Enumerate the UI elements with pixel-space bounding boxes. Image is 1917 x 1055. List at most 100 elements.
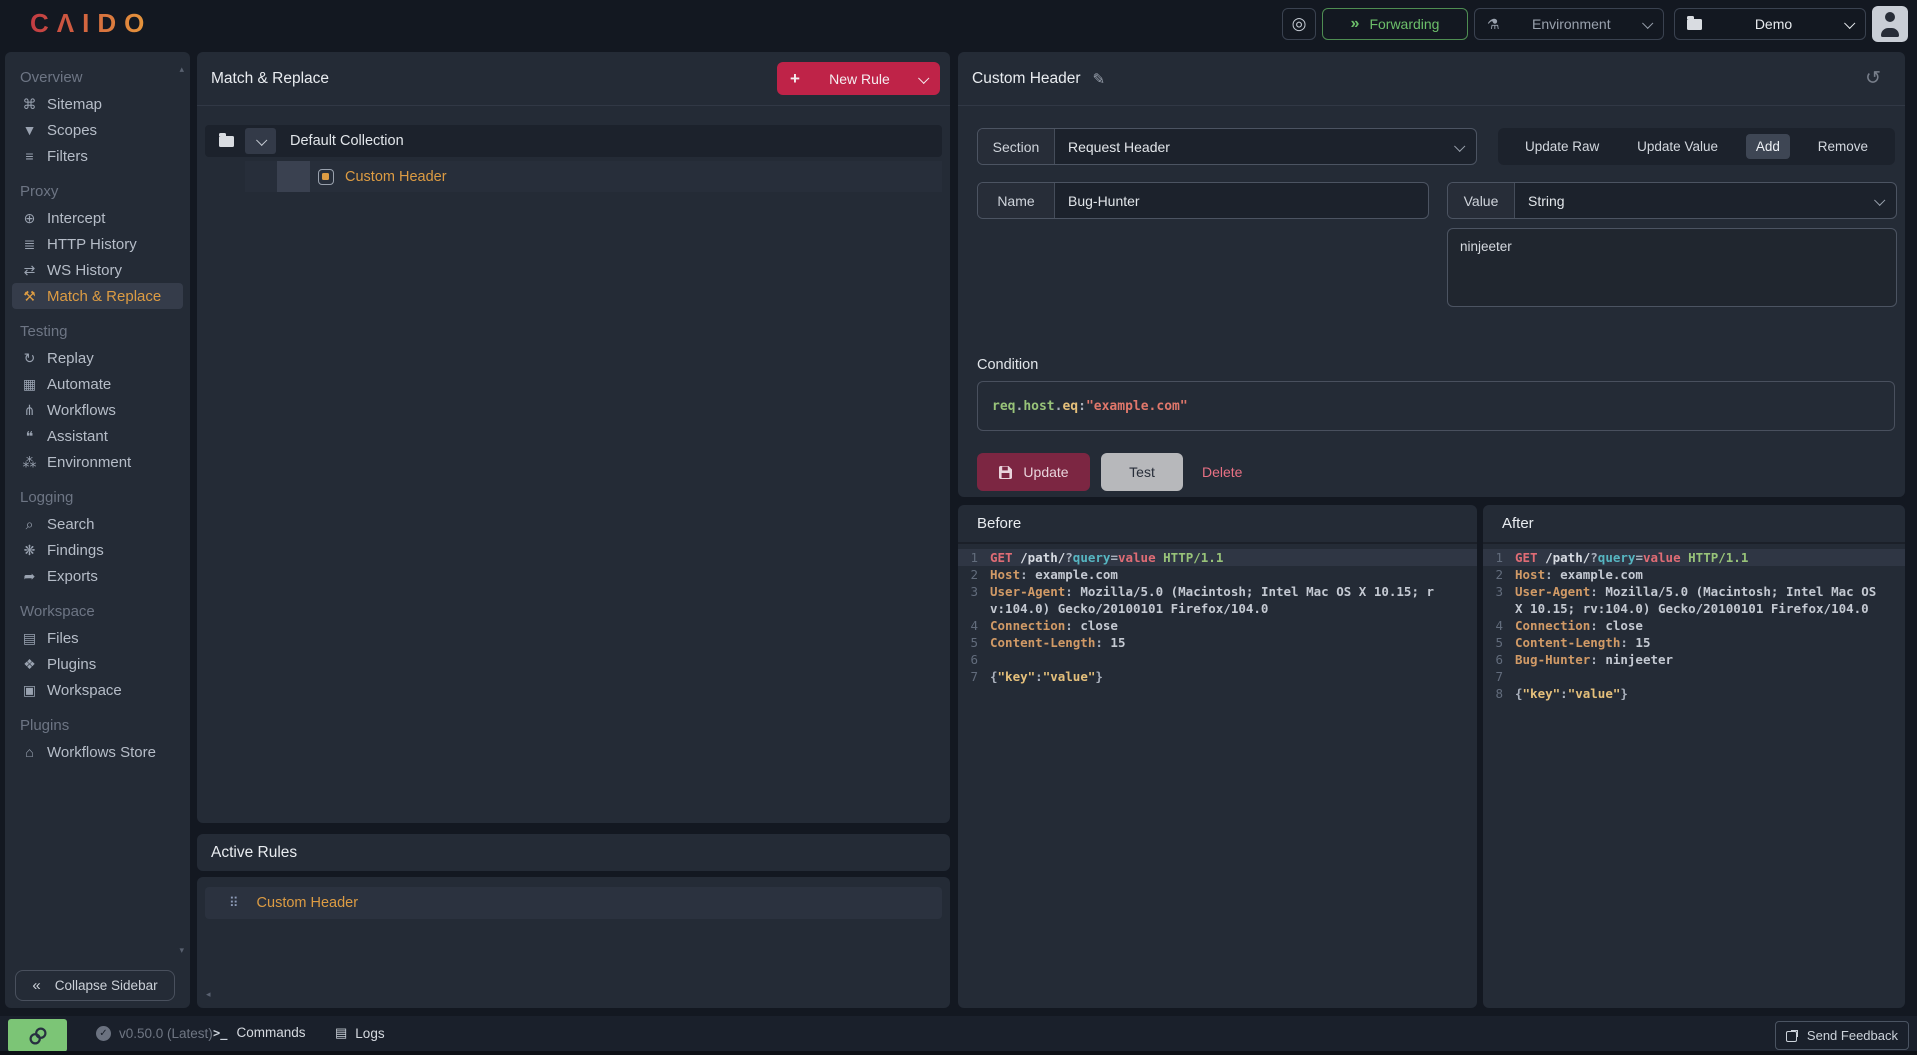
code-line: 8{"key":"value"} <box>1483 685 1905 702</box>
name-field[interactable]: Name Bug-Hunter <box>977 182 1429 219</box>
line-number: 6 <box>1483 651 1503 668</box>
pencil-icon[interactable]: ✎ <box>1093 70 1106 88</box>
sidebar-item-workflows-store[interactable]: ⌂Workflows Store <box>12 739 183 765</box>
sidebar-item-label: Scopes <box>47 122 97 139</box>
sidebar-item-plugins[interactable]: ❖Plugins <box>12 651 183 677</box>
sidebar-item-label: WS History <box>47 262 122 279</box>
sidebar-item-workflows[interactable]: ⋔Workflows <box>12 397 183 423</box>
save-icon <box>998 465 1013 480</box>
bug-icon: ❋ <box>20 542 39 559</box>
op-add[interactable]: Add <box>1746 134 1790 159</box>
value-type-select[interactable]: Value String <box>1447 182 1897 219</box>
folder-icon <box>219 136 234 147</box>
sidebar-item-assistant[interactable]: ❝Assistant <box>12 423 183 449</box>
sidebar-item-scopes[interactable]: ▼Scopes <box>12 117 183 143</box>
sidebar-item-exports[interactable]: ➦Exports <box>12 563 183 589</box>
down-arrow-icon[interactable]: ▾ <box>179 945 184 956</box>
external-link-icon <box>1786 1029 1799 1042</box>
folder-button[interactable] <box>211 128 242 154</box>
browser-button[interactable]: ◎ <box>1282 8 1316 40</box>
logs-icon: ▤ <box>335 1025 347 1041</box>
op-remove[interactable]: Remove <box>1808 134 1878 159</box>
code-line: 3User-Agent: Mozilla/5.0 (Macintosh; Int… <box>958 583 1477 600</box>
left-arrow-icon[interactable]: ◂ <box>206 989 211 1000</box>
line-number: 4 <box>1483 617 1503 634</box>
update-button[interactable]: Update <box>977 453 1090 491</box>
name-label: Name <box>978 183 1055 218</box>
sidebar-item-files[interactable]: ▤Files <box>12 625 183 651</box>
sidebar-item-match-replace[interactable]: ⚒Match & Replace <box>12 283 183 309</box>
sidebar-nav: Overview⌘Sitemap▼Scopes≡FiltersProxy⊕Int… <box>5 52 190 765</box>
sidebar-item-label: Intercept <box>47 210 105 227</box>
top-bar: CΛIDO ◎ » Forwarding ⚗ Environment Demo <box>0 0 1917 48</box>
caido-app: CΛIDO ◎ » Forwarding ⚗ Environment Demo … <box>0 0 1917 1055</box>
sidebar-item-environment[interactable]: ⁂Environment <box>12 449 183 475</box>
line-number <box>1483 600 1503 617</box>
commands-button[interactable]: >_ Commands <box>213 1025 305 1040</box>
sidebar-item-filters[interactable]: ≡Filters <box>12 143 183 169</box>
op-update-raw[interactable]: Update Raw <box>1515 134 1609 159</box>
delete-label: Delete <box>1202 464 1242 480</box>
sidebar-item-replay[interactable]: ↻Replay <box>12 345 183 371</box>
undo-icon[interactable]: ↺ <box>1865 67 1881 90</box>
folder-icon <box>1687 19 1702 30</box>
automate-icon: ▦ <box>20 376 39 393</box>
plugins-icon: ❖ <box>20 656 39 673</box>
active-rules-list: ⠿ Custom Header ◂ <box>197 877 950 1008</box>
new-rule-label: New Rule <box>809 71 910 87</box>
rule-enabled-checkbox[interactable] <box>318 169 334 185</box>
test-button[interactable]: Test <box>1101 453 1183 491</box>
value-textarea[interactable]: ninjeeter <box>1447 228 1897 307</box>
section-label: Section <box>978 129 1055 164</box>
active-rules-header: Active Rules <box>197 834 950 871</box>
sidebar-item-http-history[interactable]: ≣HTTP History <box>12 231 183 257</box>
user-avatar-button[interactable] <box>1872 6 1908 42</box>
chevron-down-icon <box>256 135 267 146</box>
sidebar-item-search[interactable]: ⌕Search <box>12 511 183 537</box>
active-rule-label: Custom Header <box>257 895 359 911</box>
sidebar-item-label: Workflows <box>47 402 116 419</box>
person-icon <box>1872 6 1908 42</box>
environment-label: Environment <box>1532 16 1611 32</box>
forwarding-button[interactable]: » Forwarding <box>1322 8 1468 40</box>
sidebar-item-findings[interactable]: ❋Findings <box>12 537 183 563</box>
logs-button[interactable]: ▤ Logs <box>335 1025 385 1041</box>
condition-editor[interactable]: req.host.eq:"example.com" <box>977 381 1895 431</box>
rule-drag-handle[interactable] <box>277 161 310 192</box>
project-dropdown[interactable]: Demo <box>1674 8 1866 40</box>
line-number: 3 <box>958 583 978 600</box>
version-label: v0.50.0 (Latest) <box>119 1026 213 1041</box>
collection-row[interactable]: Default Collection <box>205 125 942 157</box>
before-code[interactable]: 1GET /path/?query=value HTTP/1.12Host: e… <box>958 549 1477 1008</box>
delete-button[interactable]: Delete <box>1202 453 1242 491</box>
up-arrow-icon[interactable]: ▴ <box>179 64 184 75</box>
new-rule-button[interactable]: + New Rule <box>777 62 940 95</box>
op-update-value[interactable]: Update Value <box>1627 134 1728 159</box>
devtools-button[interactable] <box>8 1019 67 1052</box>
rule-editor-panel: Custom Header ✎ ↺ Section Request Header… <box>958 52 1905 497</box>
sidebar-item-automate[interactable]: ▦Automate <box>12 371 183 397</box>
section-select[interactable]: Section Request Header <box>977 128 1477 165</box>
wrench-icon: ⚒ <box>20 288 39 305</box>
line-number: 7 <box>1483 668 1503 685</box>
send-feedback-button[interactable]: Send Feedback <box>1775 1021 1909 1050</box>
sidebar-item-ws-history[interactable]: ⇄WS History <box>12 257 183 283</box>
drag-handle-icon[interactable]: ⠿ <box>229 895 239 911</box>
line-number: 5 <box>1483 634 1503 651</box>
sidebar-item-workspace[interactable]: ▣Workspace <box>12 677 183 703</box>
chevron-down-icon <box>1642 18 1653 29</box>
sidebar-item-label: Filters <box>47 148 88 165</box>
sidebar-item-label: Assistant <box>47 428 108 445</box>
sidebar-item-sitemap[interactable]: ⌘Sitemap <box>12 91 183 117</box>
collapse-sidebar-button[interactable]: « Collapse Sidebar <box>15 970 175 1001</box>
line-number: 6 <box>958 651 978 668</box>
rule-row[interactable]: Custom Header <box>245 161 942 192</box>
condition-label: Condition <box>977 357 1038 373</box>
sidebar-section-label: Overview <box>5 65 190 91</box>
code-line: 2Host: example.com <box>958 566 1477 583</box>
sidebar-item-intercept[interactable]: ⊕Intercept <box>12 205 183 231</box>
collection-expand-button[interactable] <box>245 128 276 154</box>
active-rule-row[interactable]: ⠿ Custom Header <box>205 887 942 919</box>
after-code[interactable]: 1GET /path/?query=value HTTP/1.12Host: e… <box>1483 549 1905 1008</box>
environment-dropdown[interactable]: ⚗ Environment <box>1474 8 1664 40</box>
